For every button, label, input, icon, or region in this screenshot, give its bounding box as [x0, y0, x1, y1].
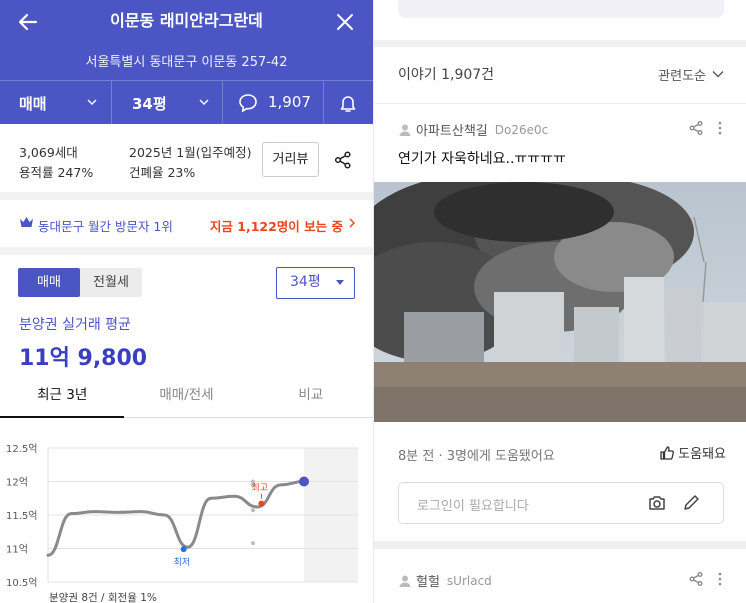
author-name: 아파트산책길 [416, 124, 488, 139]
dropdown-triangle-icon [336, 280, 344, 285]
helpful-button[interactable]: 도움돼요 [659, 443, 726, 462]
min-label: 최저 [174, 557, 191, 568]
comment-input[interactable]: 로그인이 필요합니다 [398, 482, 724, 524]
price-chart-svg: 12.5억 12억 11.5억 11억 10.5억 최저 최고 [6, 443, 358, 589]
comment-placeholder: 로그인이 필요합니다 [417, 499, 529, 514]
more-vertical-icon[interactable] [712, 571, 728, 587]
y-tick-label: 11억 [6, 544, 28, 556]
chart-tabs: 최근 3년 매매/전세 비교 [0, 376, 373, 418]
size-label: 34평 [132, 95, 167, 113]
trade-type-label: 매매 [19, 95, 47, 113]
post-author[interactable]: 헐헐 sUrlacd [398, 571, 492, 590]
size-dropdown[interactable]: 34평 [112, 81, 222, 125]
households: 3,069세대 [19, 145, 78, 160]
post-meta: 8분 전 · 3명에게 도움됐어요 [398, 449, 555, 464]
share-icon[interactable] [688, 120, 704, 136]
section-divider [0, 247, 373, 255]
comments-button[interactable]: 1,907 [223, 81, 323, 125]
author-id: Do26e0c [494, 122, 549, 137]
transaction-point [251, 541, 255, 546]
thumbs-up-icon [660, 445, 675, 460]
back-arrow-icon[interactable] [16, 10, 40, 34]
info-column-2: 2025년 1월(입주예정) 건폐율 23% [129, 143, 252, 183]
street-view-button[interactable]: 거리뷰 [262, 142, 319, 177]
pencil-icon[interactable] [681, 493, 701, 513]
segment-sale[interactable]: 매매 [18, 268, 80, 297]
size-select[interactable]: 34평 [276, 267, 355, 299]
move-in-date: 2025년 1월(입주예정) [129, 145, 252, 160]
chevron-down-icon [199, 99, 209, 105]
chevron-right-icon [349, 218, 355, 228]
divider [374, 103, 746, 104]
building-coverage: 건폐율 23% [129, 165, 196, 180]
size-select-value: 34평 [290, 274, 321, 290]
story-card-next: 헐헐 sUrlacd [374, 549, 746, 603]
y-tick-label: 12억 [6, 477, 28, 489]
trade-segment-control: 매매 전월세 [18, 268, 142, 297]
ranking-banner[interactable]: 동대문구 월간 방문자 1위 지금 1,122명이 보는 중 [0, 200, 373, 247]
sort-dropdown[interactable]: 관련도순 [658, 65, 706, 84]
property-panel: 이문동 래미안라그란데 서울특별시 동대문구 이문동 257-42 매매 34평… [0, 0, 373, 603]
author-name: 헐헐 [416, 575, 440, 590]
max-point [258, 500, 265, 507]
speech-bubble-icon [239, 94, 257, 113]
property-title: 이문동 래미안라그란데 [110, 11, 263, 30]
y-tick-label: 12.5억 [6, 443, 37, 455]
post-text: 연기가 자욱하네요..ㅠㅠㅠㅠ [398, 151, 566, 167]
property-address: 서울특별시 동대문구 이문동 257-42 [85, 55, 288, 70]
camera-icon[interactable] [647, 493, 667, 513]
average-price: 11억 9,800 [19, 346, 148, 371]
live-viewers: 지금 1,122명이 보는 중 [209, 219, 343, 234]
trade-type-dropdown[interactable]: 매매 [0, 81, 111, 125]
user-icon [399, 575, 411, 587]
property-info: 3,069세대 용적률 247% 2025년 1월(입주예정) 건폐율 23% … [0, 124, 373, 190]
helpful-label: 도움돼요 [678, 447, 726, 462]
user-icon [399, 124, 411, 136]
stories-panel: 이야기 1,907건 관련도순 아파트산책길 Do26e0c 연기가 자욱하네요… [374, 0, 746, 603]
stories-top-area [374, 0, 746, 40]
transaction-point [251, 508, 255, 513]
story-count: 이야기 1,907건 [398, 67, 495, 83]
price-label: 분양권 실거래 평균 [19, 317, 131, 333]
ranking-text: 동대문구 월간 방문자 1위 [38, 219, 173, 234]
comment-count: 1,907 [268, 93, 311, 111]
tab-compare[interactable]: 비교 [249, 376, 373, 417]
y-tick-label: 11.5억 [6, 510, 37, 522]
property-header: 이문동 래미안라그란데 서울특별시 동대문구 이문동 257-42 매매 34평… [0, 0, 373, 125]
share-icon[interactable] [688, 571, 704, 587]
chart-footer: 분양권 8건 / 회전율 1% [49, 592, 157, 603]
max-label: 최고 [251, 483, 268, 494]
filter-divider [323, 81, 324, 125]
bell-icon[interactable] [337, 92, 359, 114]
price-chart: 12.5억 12억 11.5억 11억 10.5억 최저 최고 분양권 8건 / 회전율 1… [0, 430, 373, 603]
chevron-down-icon [87, 99, 97, 105]
current-value-point [299, 476, 309, 487]
segment-rent[interactable]: 전월세 [80, 268, 142, 297]
share-icon[interactable] [333, 150, 353, 170]
y-tick-label: 10.5억 [6, 577, 37, 589]
floor-area-ratio: 용적률 247% [19, 165, 94, 180]
close-icon[interactable] [333, 10, 357, 34]
top-banner [398, 0, 724, 18]
tab-sale-jeonse[interactable]: 매매/전세 [124, 376, 248, 417]
info-column-1: 3,069세대 용적률 247% [19, 143, 93, 183]
author-id: sUrlacd [446, 573, 492, 588]
crown-icon [20, 217, 33, 227]
filter-bar: 매매 34평 1,907 [0, 80, 373, 125]
min-point [180, 546, 187, 553]
post-author[interactable]: 아파트산책길 Do26e0c [398, 120, 548, 139]
section-divider [0, 192, 373, 200]
more-vertical-icon[interactable] [712, 120, 728, 136]
tab-recent-3-years[interactable]: 최근 3년 [0, 376, 125, 418]
post-photo[interactable] [374, 182, 746, 422]
story-card: 이야기 1,907건 관련도순 아파트산책길 Do26e0c 연기가 자욱하네요… [374, 47, 746, 541]
chevron-down-icon [712, 71, 724, 78]
